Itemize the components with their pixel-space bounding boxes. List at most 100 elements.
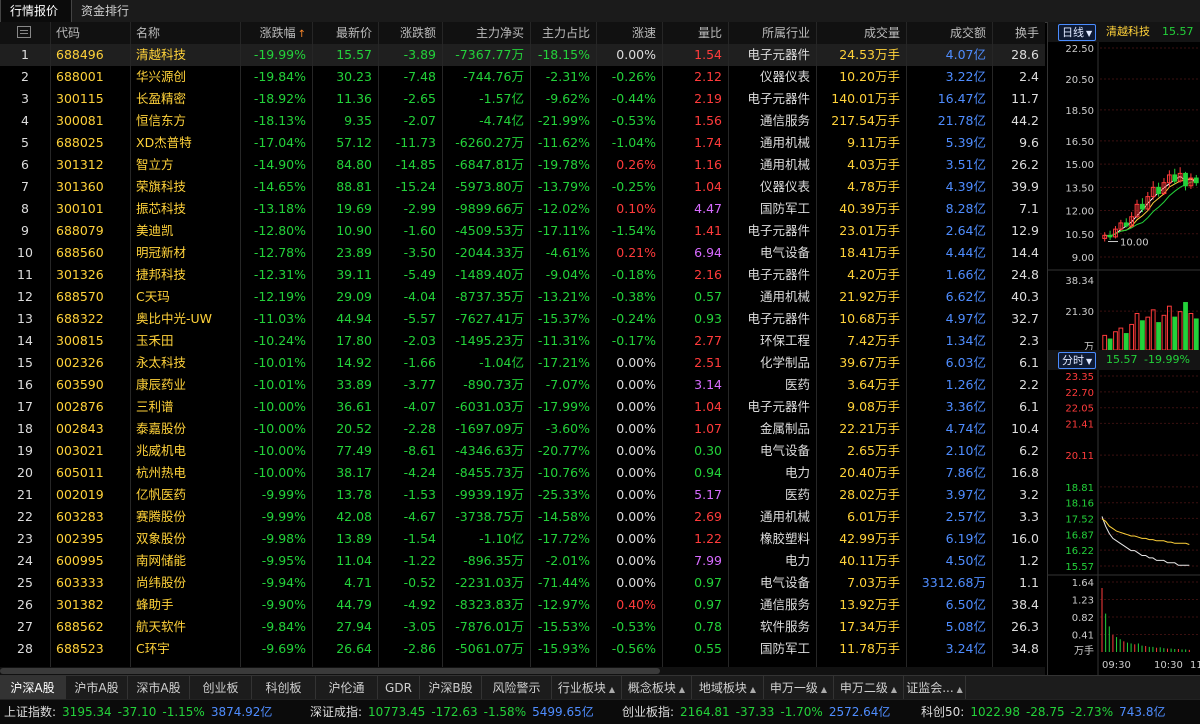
cell-name: 赛腾股份 bbox=[136, 509, 187, 524]
kline-candle bbox=[1140, 203, 1145, 210]
market-tab-3[interactable]: 创业板 bbox=[190, 676, 252, 700]
market-tab-2[interactable]: 深市A股 bbox=[128, 676, 190, 700]
cell-turn: 26.2 bbox=[1011, 157, 1039, 172]
table-row[interactable]: 14 300815 玉禾田 -10.24% 17.80 -2.03 -1495.23万 -11… bbox=[0, 330, 1045, 352]
cell-vol: 23.01万手 bbox=[839, 223, 900, 238]
table-row[interactable]: 27 688562 航天软件 -9.84% 27.94 -3.05 -7876.01万 -15… bbox=[0, 616, 1045, 638]
column-header-name[interactable]: 名称 bbox=[130, 22, 240, 44]
market-tab-5[interactable]: 沪伦通 bbox=[316, 676, 378, 700]
cell-code: 300101 bbox=[56, 201, 104, 216]
market-tab-4[interactable]: 科创板 bbox=[252, 676, 316, 700]
tab-quotes[interactable]: 行情报价 bbox=[0, 0, 72, 22]
table-row[interactable]: 11 301326 捷邦科技 -12.31% 39.11 -5.49 -1489.40万 -9… bbox=[0, 264, 1045, 286]
market-tab-12[interactable]: 申万一级 ▲ bbox=[764, 676, 834, 700]
sort-arrow-icon: ↑ bbox=[297, 29, 306, 40]
cell-speed: 0.00% bbox=[616, 465, 656, 480]
kline-price-tick: 10.50 bbox=[1065, 230, 1094, 241]
cell-diff: -14.85 bbox=[395, 157, 436, 172]
minute-period-button[interactable]: 分时 ▼ bbox=[1058, 352, 1097, 369]
table-row[interactable]: 23 002395 双象股份 -9.98% 13.89 -1.54 -1.10亿 -17.72… bbox=[0, 528, 1045, 550]
horizontal-scrollbar[interactable] bbox=[0, 667, 1045, 675]
market-tab-11[interactable]: 地域板块 ▲ bbox=[692, 676, 764, 700]
kline-price-tick: 20.50 bbox=[1065, 75, 1094, 86]
table-row[interactable]: 5 688025 XD杰普特 -17.04% 57.12 -11.73 -6260.27万 -… bbox=[0, 132, 1045, 154]
kline-price-tick: 12.00 bbox=[1065, 207, 1094, 218]
table-row[interactable]: 26 301382 蜂助手 -9.90% 44.79 -4.92 -8323.83万 -12.… bbox=[0, 594, 1045, 616]
cell-vol: 21.92万手 bbox=[839, 289, 900, 304]
table-row[interactable]: 21 002019 亿帆医药 -9.99% 13.78 -1.53 -9939.19万 -25… bbox=[0, 484, 1045, 506]
table-row[interactable]: 7 301360 荣旗科技 -14.65% 88.81 -15.24 -5973.80万 -1… bbox=[0, 176, 1045, 198]
market-tab-9[interactable]: 行业板块 ▲ bbox=[552, 676, 622, 700]
table-row[interactable]: 19 003021 兆威机电 -10.00% 77.49 -8.61 -4346.63万 -2… bbox=[0, 440, 1045, 462]
column-divider bbox=[50, 22, 51, 667]
kline-chart[interactable]: 22.50 20.50 18.50 16.50 15.00 13.50 12.00 10.50… bbox=[1048, 42, 1200, 362]
cell-ind: 电气设备 bbox=[759, 443, 810, 458]
table-row[interactable]: 18 002843 泰嘉股份 -10.00% 20.52 -2.28 -1697.09万 -3… bbox=[0, 418, 1045, 440]
column-header-vr[interactable]: 量比 bbox=[662, 22, 728, 44]
table-row[interactable]: 13 688322 奥比中光-UW -11.03% 44.94 -5.57 -7627.41… bbox=[0, 308, 1045, 330]
cell-chg: -18.92% bbox=[253, 91, 306, 106]
table-row[interactable]: 20 605011 杭州热电 -10.00% 38.17 -4.24 -8455.73万 -1… bbox=[0, 462, 1045, 484]
column-header-turn[interactable]: 换手 bbox=[992, 22, 1045, 44]
table-row[interactable]: 25 603333 尚纬股份 -9.94% 4.71 -0.52 -2231.03万 -71.… bbox=[0, 572, 1045, 594]
table-row[interactable]: 3 300115 长盈精密 -18.92% 11.36 -2.65 -1.57亿 -9.62%… bbox=[0, 88, 1045, 110]
table-row[interactable]: 8 300101 振芯科技 -13.18% 19.69 -2.99 -9899.66万 -12… bbox=[0, 198, 1045, 220]
cell-name: 蜂助手 bbox=[136, 597, 174, 612]
column-header-ratio[interactable]: 主力占比 bbox=[530, 22, 596, 44]
table-row[interactable]: 24 600995 南网储能 -9.95% 11.04 -1.22 -896.35万 -2.0… bbox=[0, 550, 1045, 572]
table-row[interactable]: 16 603590 康辰药业 -10.01% 33.89 -3.77 -890.73万 -7.… bbox=[0, 374, 1045, 396]
column-header-speed[interactable]: 涨速 bbox=[596, 22, 662, 44]
table-row[interactable]: 1 688496 清越科技 -19.99% 15.57 -3.89 -7367.77万 -18… bbox=[0, 44, 1045, 66]
market-tab-7[interactable]: 沪深B股 bbox=[420, 676, 482, 700]
cell-flow: -2044.33万 bbox=[455, 245, 524, 260]
market-tab-6[interactable]: GDR bbox=[378, 676, 420, 700]
market-tab-14[interactable]: 证监会... ▲ bbox=[904, 676, 966, 700]
tab-fund-ranking[interactable]: 资金排行 bbox=[72, 0, 142, 22]
cell-code: 688079 bbox=[56, 223, 104, 238]
column-menu-icon[interactable] bbox=[17, 26, 31, 38]
cell-turn: 6.2 bbox=[1019, 443, 1039, 458]
table-row[interactable]: 28 688523 C环宇 -9.69% 26.64 -2.86 -5061.07万 -15.… bbox=[0, 638, 1045, 660]
column-header-price[interactable]: 最新价 bbox=[312, 22, 378, 44]
minute-chart[interactable]: 23.35 22.70 22.05 21.41 20.11 18.81 18.16 17.52… bbox=[1048, 370, 1200, 675]
scrollbar-thumb[interactable] bbox=[0, 668, 660, 674]
cell-flow: -8323.83万 bbox=[455, 597, 524, 612]
column-header-ind[interactable]: 所属行业 bbox=[728, 22, 816, 44]
minute-price-tick: 20.11 bbox=[1065, 451, 1094, 462]
cell-diff: -3.77 bbox=[403, 377, 436, 392]
index-quote[interactable]: 科创50: 1022.98 -28.75 -2.73% 743.8亿 bbox=[921, 700, 1171, 724]
column-header-idx[interactable] bbox=[0, 22, 50, 44]
cell-speed: -0.24% bbox=[611, 311, 656, 326]
column-header-chg[interactable]: 涨跌幅 ↑ bbox=[240, 22, 312, 44]
table-row[interactable]: 12 688570 C天玛 -12.19% 29.09 -4.04 -8737.35万 -13… bbox=[0, 286, 1045, 308]
table-row[interactable]: 17 002876 三利谱 -10.00% 36.61 -4.07 -6031.03万 -17… bbox=[0, 396, 1045, 418]
cell-diff: -3.89 bbox=[403, 47, 436, 62]
market-tab-0[interactable]: 沪深A股 bbox=[0, 676, 66, 700]
index-pct: -2.73% bbox=[1070, 705, 1114, 719]
market-tab-13[interactable]: 申万二级 ▲ bbox=[834, 676, 904, 700]
index-quote[interactable]: 上证指数: 3195.34 -37.10 -1.15% 3874.92亿 bbox=[4, 700, 278, 724]
column-header-vol[interactable]: 成交量 bbox=[816, 22, 906, 44]
cell-name: 恒信东方 bbox=[136, 113, 187, 128]
column-header-flow[interactable]: 主力净买 bbox=[442, 22, 530, 44]
table-row[interactable]: 22 603283 赛腾股份 -9.99% 42.08 -4.67 -3738.75万 -14… bbox=[0, 506, 1045, 528]
column-header-code[interactable]: 代码 bbox=[50, 22, 130, 44]
kline-period-button[interactable]: 日线 ▼ bbox=[1058, 24, 1097, 41]
index-quote[interactable]: 创业板指: 2164.81 -37.33 -1.70% 2572.64亿 bbox=[622, 700, 896, 724]
table-row[interactable]: 6 301312 智立方 -14.90% 84.80 -14.85 -6847.81万 -19… bbox=[0, 154, 1045, 176]
index-label: 深证成指: bbox=[310, 705, 363, 719]
table-row[interactable]: 15 002326 永太科技 -10.01% 14.92 -1.66 -1.04亿 -17.2… bbox=[0, 352, 1045, 374]
cell-diff: -7.48 bbox=[403, 69, 436, 84]
market-tab-1[interactable]: 沪市A股 bbox=[66, 676, 128, 700]
market-tab-10[interactable]: 概念板块 ▲ bbox=[622, 676, 692, 700]
table-row[interactable]: 10 688560 明冠新材 -12.78% 23.89 -3.50 -2044.33万 -4… bbox=[0, 242, 1045, 264]
table-row[interactable]: 2 688001 华兴源创 -19.84% 30.23 -7.48 -744.76万 -2.3… bbox=[0, 66, 1045, 88]
column-header-diff[interactable]: 涨跌额 bbox=[378, 22, 442, 44]
column-header-amt[interactable]: 成交额 bbox=[906, 22, 992, 44]
table-row[interactable]: 9 688079 美迪凯 -12.80% 10.90 -1.60 -4509.53万 -17.… bbox=[0, 220, 1045, 242]
minute-price-tick: 23.35 bbox=[1065, 372, 1094, 383]
table-row[interactable]: 4 300081 恒信东方 -18.13% 9.35 -2.07 -4.74亿 -21.99%… bbox=[0, 110, 1045, 132]
market-tab-8[interactable]: 风险警示 bbox=[482, 676, 552, 700]
index-quote[interactable]: 深证成指: 10773.45 -172.63 -1.58% 5499.65亿 bbox=[310, 700, 600, 724]
cell-code: 300115 bbox=[56, 91, 104, 106]
